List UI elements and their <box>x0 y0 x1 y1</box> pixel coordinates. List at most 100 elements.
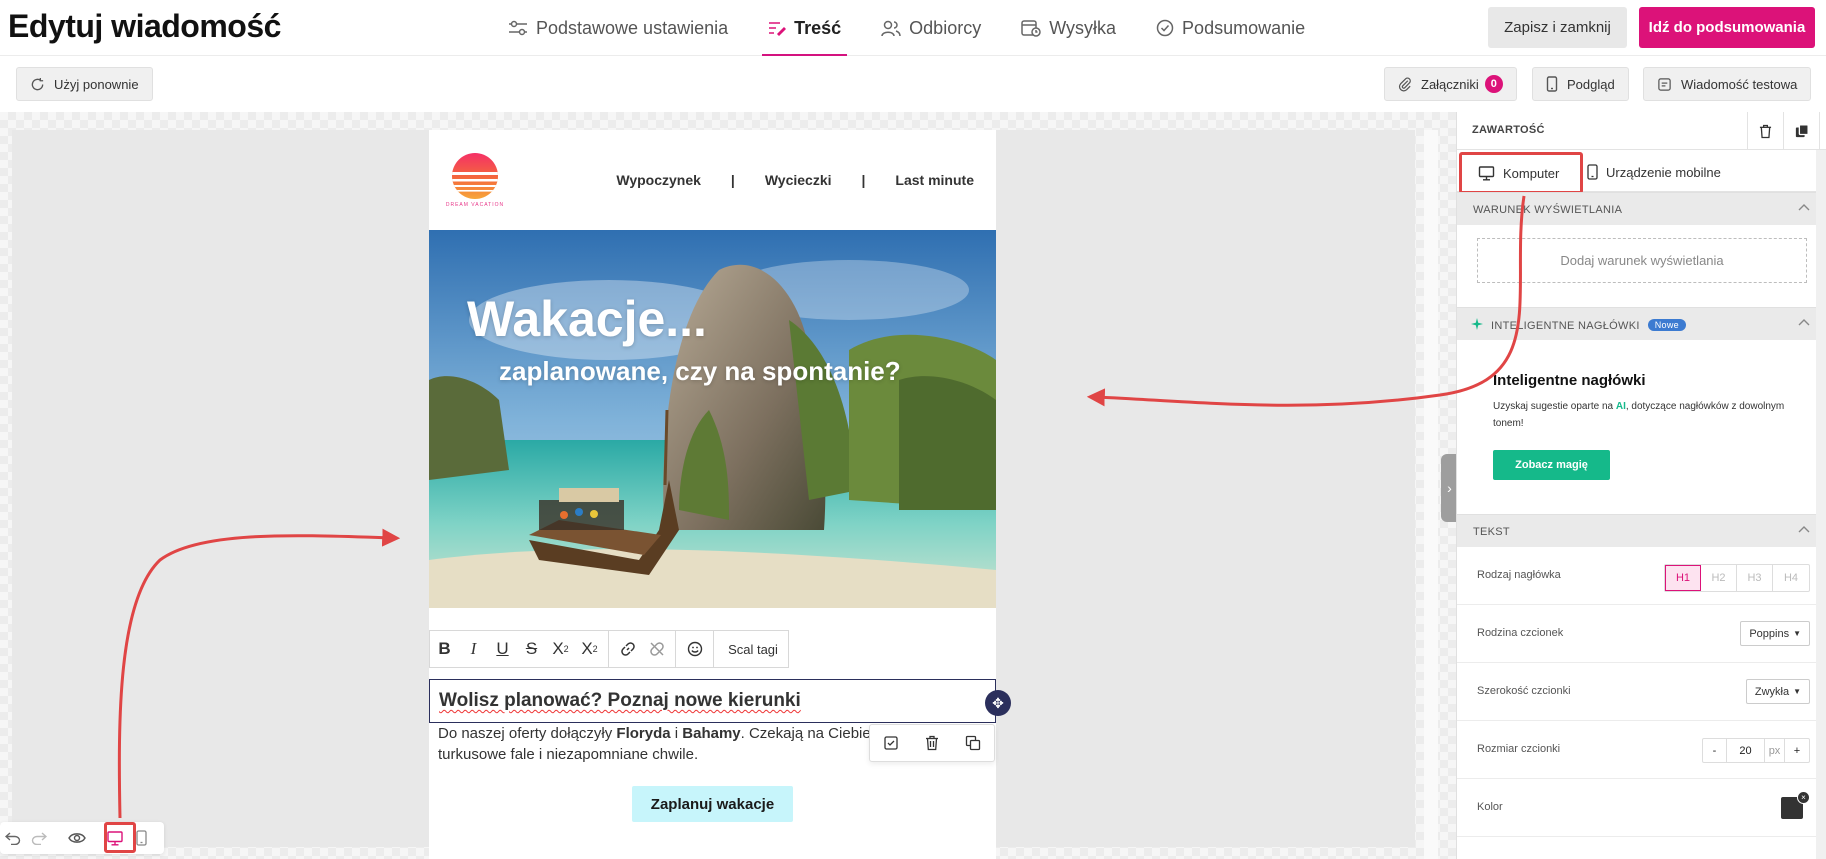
checkbox-icon[interactable] <box>883 735 899 751</box>
step-sending[interactable]: Wysyłka <box>1001 0 1136 56</box>
emoji-button[interactable] <box>680 631 709 667</box>
save-and-close-button[interactable]: Zapisz i zamknij <box>1488 7 1627 48</box>
heading-text-block[interactable]: Wolisz planować? Poznaj nowe kierunki <box>429 679 996 723</box>
section-title: WARUNEK WYŚWIETLANIA <box>1473 204 1623 216</box>
refresh-icon <box>31 77 44 90</box>
panel-scrollbar[interactable] <box>1816 150 1826 859</box>
step-content[interactable]: Treść <box>748 0 861 56</box>
superscript-button[interactable]: X2 <box>546 631 575 667</box>
unlink-button[interactable] <box>642 631 671 667</box>
step-basic-settings[interactable]: Podstawowe ustawienia <box>488 0 748 56</box>
attachments-button[interactable]: Załączniki 0 <box>1384 67 1517 101</box>
section-smart-headers[interactable]: INTELIGENTNE NAGŁÓWKI Nowe <box>1457 307 1826 340</box>
step-summary[interactable]: Podsumowanie <box>1136 0 1325 56</box>
merge-tags-button[interactable]: Scal tagi <box>718 631 788 667</box>
top-bar: Edytuj wiadomość Podstawowe ustawienia T… <box>0 0 1826 56</box>
font-size-decrement[interactable]: - <box>1703 739 1727 762</box>
tab-mobile[interactable]: Urządzenie mobilne <box>1587 156 1721 188</box>
add-display-condition-button[interactable]: Dodaj warunek wyświetlania <box>1477 238 1807 283</box>
toolbar-divider <box>713 631 714 667</box>
chevron-right-icon: › <box>1447 480 1452 496</box>
trash-icon[interactable] <box>925 735 939 751</box>
test-message-button[interactable]: Wiadomość testowa <box>1643 67 1812 101</box>
caret-down-icon: ▼ <box>1793 687 1801 696</box>
canvas-scrollbar[interactable] <box>1424 130 1438 859</box>
paperclip-icon <box>1398 77 1411 91</box>
undo-button[interactable] <box>0 823 26 853</box>
tab-desktop[interactable]: Komputer <box>1459 152 1583 194</box>
reuse-label: Użyj ponownie <box>54 76 139 92</box>
preview-eye-button[interactable] <box>64 823 90 853</box>
underline-button[interactable]: U <box>488 631 517 667</box>
smart-headers-title: INTELIGENTNE NAGŁÓWKI <box>1491 320 1640 332</box>
step-label: Wysyłka <box>1049 17 1117 38</box>
reuse-button[interactable]: Użyj ponownie <box>16 67 153 101</box>
subscript-button[interactable]: X2 <box>575 631 604 667</box>
eye-icon <box>68 833 86 843</box>
heading-text[interactable]: Wolisz planować? Poznaj nowe kierunki <box>439 690 801 711</box>
phone-icon <box>135 830 147 846</box>
body-text-part: . Czekają na Ciebie z <box>740 725 883 742</box>
font-size-label: Rozmiar czcionki <box>1477 743 1561 755</box>
font-size-value[interactable]: 20 <box>1727 739 1765 762</box>
section-display-condition[interactable]: WARUNEK WYŚWIETLANIA <box>1457 192 1826 225</box>
panel-duplicate-button[interactable] <box>1783 112 1819 150</box>
color-row: Kolor × <box>1457 779 1826 837</box>
email-nav: Wypoczynek | Wycieczki | Last minute <box>616 172 974 188</box>
body-bold-bahamas: Bahamy <box>682 725 741 742</box>
email-preview: DREAM VACATION Wypoczynek | Wycieczki | … <box>429 130 1011 859</box>
desc-part: Uzyskaj sugestie oparte na <box>1493 401 1616 412</box>
step-label: Treść <box>794 17 842 38</box>
hero-image[interactable]: Wakacje... zaplanowane, czy na spontanie… <box>429 230 996 608</box>
toolbar-divider <box>675 631 676 667</box>
panel-delete-button[interactable] <box>1747 112 1783 150</box>
panel-close-button[interactable]: × <box>1819 112 1826 150</box>
dream-vacation-logo-icon <box>452 153 498 199</box>
link-button[interactable] <box>613 631 642 667</box>
redo-button[interactable] <box>26 823 52 853</box>
undo-icon <box>5 832 21 845</box>
toolbar-divider <box>608 631 609 667</box>
strikethrough-button[interactable]: S <box>517 631 546 667</box>
font-family-select[interactable]: Poppins ▼ <box>1740 621 1810 646</box>
font-size-increment[interactable]: + <box>1785 739 1809 762</box>
preview-button[interactable]: Podgląd <box>1532 67 1629 101</box>
test-message-label: Wiadomość testowa <box>1681 76 1798 92</box>
heading-option-h4[interactable]: H4 <box>1773 565 1809 591</box>
annotation-highlight-box <box>104 822 136 853</box>
section-text[interactable]: TEKST <box>1457 514 1826 547</box>
panel-title: ZAWARTOŚĆ <box>1472 124 1545 136</box>
nav-link-last-minute[interactable]: Last minute <box>895 172 974 188</box>
step-label: Podsumowanie <box>1182 17 1306 38</box>
clear-color-icon[interactable]: × <box>1797 791 1810 804</box>
step-recipients[interactable]: Odbiorcy <box>861 0 1001 56</box>
see-magic-button[interactable]: Zobacz magię <box>1493 450 1610 480</box>
link-icon <box>620 642 635 656</box>
italic-button[interactable]: I <box>459 631 488 667</box>
font-weight-select[interactable]: Zwykła ▼ <box>1745 679 1810 704</box>
nav-separator: | <box>730 172 735 188</box>
heading-type-label: Rodzaj nagłówka <box>1477 569 1561 581</box>
move-handle-icon[interactable]: ✥ <box>985 690 1011 716</box>
heading-option-h3[interactable]: H3 <box>1737 565 1773 591</box>
trash-icon <box>1759 124 1772 138</box>
users-icon <box>881 20 901 37</box>
plan-vacation-button[interactable]: Zaplanuj wakacje <box>632 786 793 822</box>
email-header: DREAM VACATION Wypoczynek | Wycieczki | … <box>429 130 996 230</box>
smart-headers-card-title: Inteligentne nagłówki <box>1493 372 1646 389</box>
duplicate-icon[interactable] <box>965 735 981 751</box>
bold-button[interactable]: B <box>430 631 459 667</box>
nav-link-rest[interactable]: Wypoczynek <box>616 172 701 188</box>
sparkle-icon <box>1471 318 1483 330</box>
preview-label: Podgląd <box>1567 76 1615 92</box>
step-label: Podstawowe ustawienia <box>536 17 729 38</box>
section-title: INTELIGENTNE NAGŁÓWKI Nowe <box>1491 319 1686 332</box>
font-family-value: Poppins <box>1749 627 1790 640</box>
font-family-row: Rodzina czcionek Poppins ▼ <box>1457 605 1826 663</box>
chevron-up-icon <box>1798 204 1810 211</box>
nav-link-trips[interactable]: Wycieczki <box>765 172 832 188</box>
heading-option-h1[interactable]: H1 <box>1665 565 1701 591</box>
go-to-summary-button[interactable]: Idź do podsumowania <box>1639 7 1815 48</box>
body-text-part: i <box>670 725 683 742</box>
heading-option-h2[interactable]: H2 <box>1701 565 1737 591</box>
